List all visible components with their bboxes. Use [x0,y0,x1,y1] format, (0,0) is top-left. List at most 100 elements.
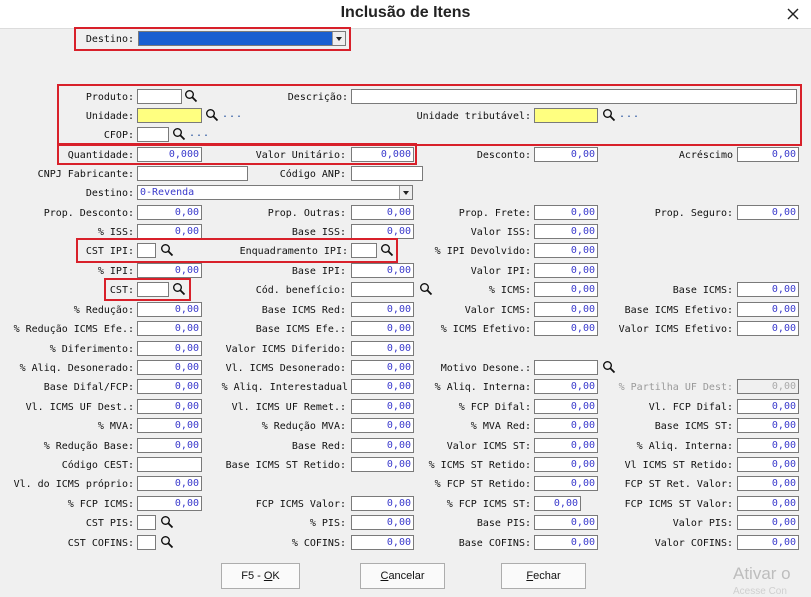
base-icms-efe-input[interactable]: 0,00 [351,321,414,336]
cst-pis-input[interactable] [137,515,156,530]
icms-st-retido-label: % ICMS ST Retido: [428,460,531,471]
fcp-icms-valor-input[interactable]: 0,00 [351,496,414,511]
prop-frete-input[interactable]: 0,00 [534,205,598,220]
mva-input[interactable]: 0,00 [137,418,202,433]
search-icon[interactable] [380,243,394,257]
diferimento-input[interactable]: 0,00 [137,341,202,356]
prop-desconto-input[interactable]: 0,00 [137,205,202,220]
search-icon[interactable] [172,127,186,141]
enquadramento-ipi-input[interactable] [351,243,377,258]
valor-icms-diferido-input[interactable]: 0,00 [351,341,414,356]
search-icon[interactable] [160,515,174,529]
dropdown-arrow-icon[interactable] [399,186,412,199]
cnpj-fabricante-input[interactable] [137,166,248,181]
reducao-input[interactable]: 0,00 [137,302,202,317]
prop-seguro-input[interactable]: 0,00 [737,205,799,220]
unidade-input[interactable] [137,108,202,123]
valor-ipi-input[interactable]: 0,00 [534,263,598,278]
valor-icms-efetivo-input[interactable]: 0,00 [737,321,799,336]
descricao-input[interactable] [351,89,797,104]
search-icon[interactable] [602,360,616,374]
vl-icms-uf-remet-input[interactable]: 0,00 [351,399,414,414]
reducao-base-input[interactable]: 0,00 [137,438,202,453]
pis-input[interactable]: 0,00 [351,515,414,530]
search-icon[interactable] [172,282,186,296]
close-icon[interactable] [783,4,803,24]
cancel-button[interactable]: Cancelar [360,563,445,589]
base-icms-st-input[interactable]: 0,00 [737,418,799,433]
base-iss-input[interactable]: 0,00 [351,224,414,239]
codigo-anp-input[interactable] [351,166,423,181]
destino-select[interactable]: 0-Revenda [137,185,413,200]
cfop-input[interactable] [137,127,169,142]
cod-beneficio-input[interactable] [351,282,414,297]
search-icon[interactable] [184,89,198,103]
produto-input[interactable] [137,89,182,104]
base-icms-st-retido-input[interactable]: 0,00 [351,457,414,472]
vl-icms-proprio-input[interactable]: 0,00 [137,476,202,491]
search-icon[interactable] [160,535,174,549]
valor-icms-input[interactable]: 0,00 [534,302,598,317]
base-icms-efetivo-label: Base ICMS Efetivo: [624,305,733,316]
dropdown-arrow-icon[interactable] [332,32,345,45]
valor-icms-st-input[interactable]: 0,00 [534,438,598,453]
codigo-cest-input[interactable] [137,457,202,472]
icms-input[interactable]: 0,00 [534,282,598,297]
prop-outras-input[interactable]: 0,00 [351,205,414,220]
aliq-interna-input[interactable]: 0,00 [534,379,598,394]
fcp-icms-st-valor-input[interactable]: 0,00 [737,496,799,511]
fcp-icms-input[interactable]: 0,00 [137,496,202,511]
base-icms-input[interactable]: 0,00 [737,282,799,297]
base-ipi-input[interactable]: 0,00 [351,263,414,278]
aliq-interna-st-input[interactable]: 0,00 [737,438,799,453]
unidade-label: Unidade: [85,111,134,122]
valor-pis-input[interactable]: 0,00 [737,515,799,530]
icms-st-retido-input[interactable]: 0,00 [534,457,598,472]
aliq-desonerado-input[interactable]: 0,00 [137,360,202,375]
cfop-more-button[interactable]: ... [189,128,210,139]
unidade-more-button[interactable]: ... [222,109,243,120]
motivo-desone-input[interactable] [534,360,598,375]
base-cofins-input[interactable]: 0,00 [534,535,598,550]
base-difal-input[interactable]: 0,00 [137,379,202,394]
search-icon[interactable] [205,108,219,122]
icms-efetivo-input[interactable]: 0,00 [534,321,598,336]
search-icon[interactable] [602,108,616,122]
cst-input[interactable] [137,282,169,297]
reducao-mva-input[interactable]: 0,00 [351,418,414,433]
ipi-devolvido-input[interactable]: 0,00 [534,243,598,258]
desconto-input[interactable]: 0,00 [534,147,598,162]
cst-cofins-input[interactable] [137,535,156,550]
fcp-icms-st-input[interactable]: 0,00 [534,496,581,511]
search-icon[interactable] [160,243,174,257]
ok-button[interactable]: F5 - OK [221,563,300,589]
base-icms-efetivo-input[interactable]: 0,00 [737,302,799,317]
fcp-st-ret-valor-input[interactable]: 0,00 [737,476,799,491]
ipi-input[interactable]: 0,00 [137,263,202,278]
acrescimo-input[interactable]: 0,00 [737,147,799,162]
cofins-input[interactable]: 0,00 [351,535,414,550]
quantidade-input[interactable]: 0,000 [137,147,202,162]
base-icms-red-input[interactable]: 0,00 [351,302,414,317]
valor-unitario-input[interactable]: 0,000 [351,147,414,162]
iss-input[interactable]: 0,00 [137,224,202,239]
fcp-difal-input[interactable]: 0,00 [534,399,598,414]
base-pis-input[interactable]: 0,00 [534,515,598,530]
vl-fcp-difal-input[interactable]: 0,00 [737,399,799,414]
cst-ipi-input[interactable] [137,243,156,258]
vl-icms-desonerado-input[interactable]: 0,00 [351,360,414,375]
mva-red-input[interactable]: 0,00 [534,418,598,433]
vl-icms-uf-dest-input[interactable]: 0,00 [137,399,202,414]
unidade-tributavel-input[interactable] [534,108,598,123]
valor-cofins-input[interactable]: 0,00 [737,535,799,550]
reducao-icms-efe-input[interactable]: 0,00 [137,321,202,336]
vl-icms-st-retido-input[interactable]: 0,00 [737,457,799,472]
aliq-interestadual-input[interactable]: 0,00 [351,379,414,394]
search-icon[interactable] [419,282,433,296]
unidade-tributavel-more-button[interactable]: ... [619,109,640,120]
fcp-st-retido-input[interactable]: 0,00 [534,476,598,491]
valor-iss-input[interactable]: 0,00 [534,224,598,239]
base-red-input[interactable]: 0,00 [351,438,414,453]
top-destino-select[interactable] [138,31,346,46]
close-button[interactable]: Fechar [501,563,586,589]
